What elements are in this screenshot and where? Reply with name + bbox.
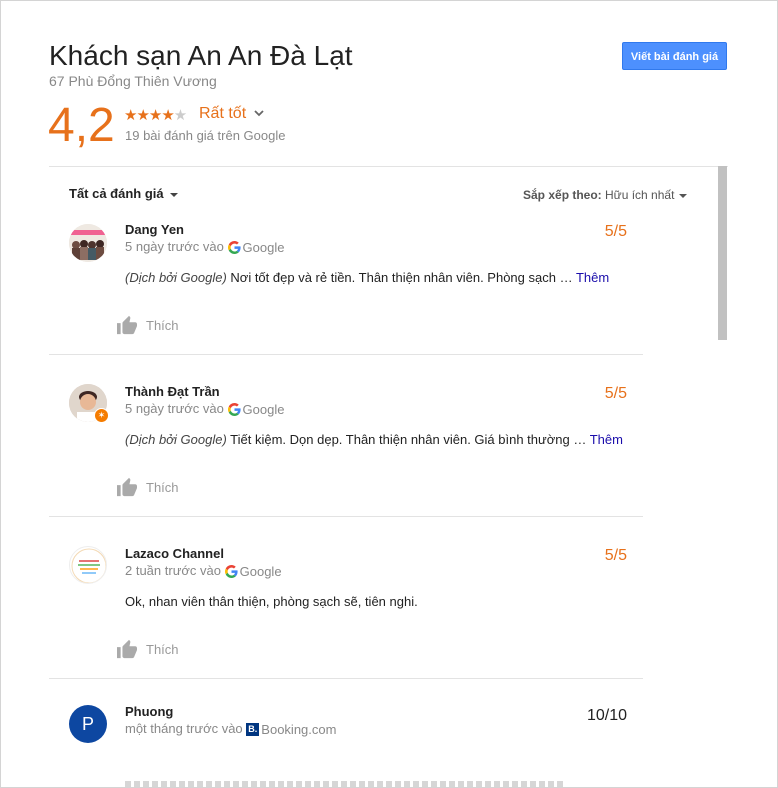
review-text-cutoff — [125, 781, 565, 787]
like-button[interactable]: Thích — [116, 639, 179, 659]
review-time: 5 ngày trước vào — [125, 239, 224, 254]
review-source-name[interactable]: Google — [243, 402, 285, 417]
google-g-icon — [227, 403, 241, 417]
translation-note: (Dịch bởi Google) — [125, 270, 227, 285]
review-meta: 5 ngày trước vào Google — [125, 239, 284, 255]
review-source: Google — [227, 240, 285, 255]
review-text: (Dịch bởi Google) Nơi tốt đẹp và rẻ tiền… — [125, 270, 609, 285]
filter-label: Tất cả đánh giá — [69, 186, 164, 201]
review-author[interactable]: Thành Đạt Trần — [125, 384, 220, 399]
rating-stars: ★★★★★ — [124, 107, 187, 124]
booking-icon: B. — [246, 723, 260, 737]
caret-down-icon — [679, 193, 688, 198]
review-text: (Dịch bởi Google) Tiết kiệm. Dọn dẹp. Th… — [125, 432, 623, 447]
review-count: 19 bài đánh giá trên Google — [125, 128, 286, 143]
like-button[interactable]: Thích — [116, 477, 179, 497]
review-source: Google — [227, 402, 285, 417]
sort-label: Sắp xếp theo: — [523, 188, 602, 202]
avatar[interactable]: P — [69, 705, 107, 743]
review-score: 5/5 — [604, 223, 627, 240]
filter-dropdown[interactable]: Tất cả đánh giá — [69, 186, 178, 201]
review-source: Google — [224, 564, 282, 579]
page-title: Khách sạn An An Đà Lạt — [49, 40, 353, 71]
review-author[interactable]: Lazaco Channel — [125, 546, 224, 561]
review-author[interactable]: Phuong — [125, 704, 173, 719]
hotel-address: 67 Phù Đổng Thiên Vương — [49, 73, 217, 89]
overall-rating: 4,2 — [48, 99, 115, 152]
review-meta: một tháng trước vào B. Booking.com — [125, 721, 336, 737]
review-text: Ok, nhan viên thân thiện, phòng sạch sẽ,… — [125, 594, 418, 609]
review-source-name[interactable]: Google — [243, 240, 285, 255]
review-score: 5/5 — [604, 385, 627, 402]
thumbs-up-icon — [117, 639, 137, 659]
review-source: B. Booking.com — [246, 722, 336, 737]
google-g-icon — [224, 565, 238, 579]
like-label: Thích — [146, 641, 179, 657]
caret-down-icon — [169, 192, 178, 197]
review-source-name[interactable]: Booking.com — [261, 722, 336, 737]
google-g-icon — [227, 241, 241, 255]
like-label: Thích — [146, 479, 179, 495]
review-item: Lazaco Channel 2 tuần trước vào Google 5… — [49, 517, 643, 679]
like-label: Thích — [146, 317, 179, 333]
review-source-name[interactable]: Google — [240, 564, 282, 579]
rating-word[interactable]: Rất tốt — [199, 105, 246, 123]
review-meta: 2 tuần trước vào Google — [125, 563, 282, 579]
avatar[interactable] — [69, 546, 107, 584]
translation-note: (Dịch bởi Google) — [125, 432, 227, 447]
thumbs-up-icon — [117, 477, 137, 497]
write-review-button[interactable]: Viết bài đánh giá — [622, 42, 727, 70]
review-meta: 5 ngày trước vào Google — [125, 401, 284, 417]
sort-dropdown[interactable]: Hữu ích nhất — [605, 188, 688, 202]
review-item: P Phuong một tháng trước vào B. Booking.… — [49, 679, 643, 787]
avatar[interactable] — [69, 224, 107, 262]
review-body: Nơi tốt đẹp và rẻ tiền. Thân thiện nhân … — [226, 270, 576, 285]
more-link[interactable]: Thêm — [576, 270, 609, 285]
scrollbar-thumb[interactable] — [718, 166, 727, 340]
chevron-down-icon[interactable] — [254, 108, 264, 118]
review-score: 10/10 — [586, 707, 627, 724]
review-body: Tiết kiệm. Dọn dẹp. Thân thiện nhân viên… — [226, 432, 590, 447]
local-guide-badge-icon: ✶ — [94, 408, 109, 423]
review-item: ✶ Thành Đạt Trần 5 ngày trước vào Google… — [49, 355, 643, 517]
review-time: một tháng trước vào — [125, 721, 243, 736]
like-button[interactable]: Thích — [116, 315, 179, 335]
thumbs-up-icon — [117, 315, 137, 335]
sort-value: Hữu ích nhất — [605, 188, 675, 202]
review-time: 2 tuần trước vào — [125, 563, 221, 578]
review-item: Dang Yen 5 ngày trước vào Google 5/5 (Dị… — [49, 213, 643, 355]
review-author[interactable]: Dang Yen — [125, 222, 184, 237]
review-time: 5 ngày trước vào — [125, 401, 224, 416]
review-score: 5/5 — [604, 547, 627, 564]
more-link[interactable]: Thêm — [590, 432, 623, 447]
